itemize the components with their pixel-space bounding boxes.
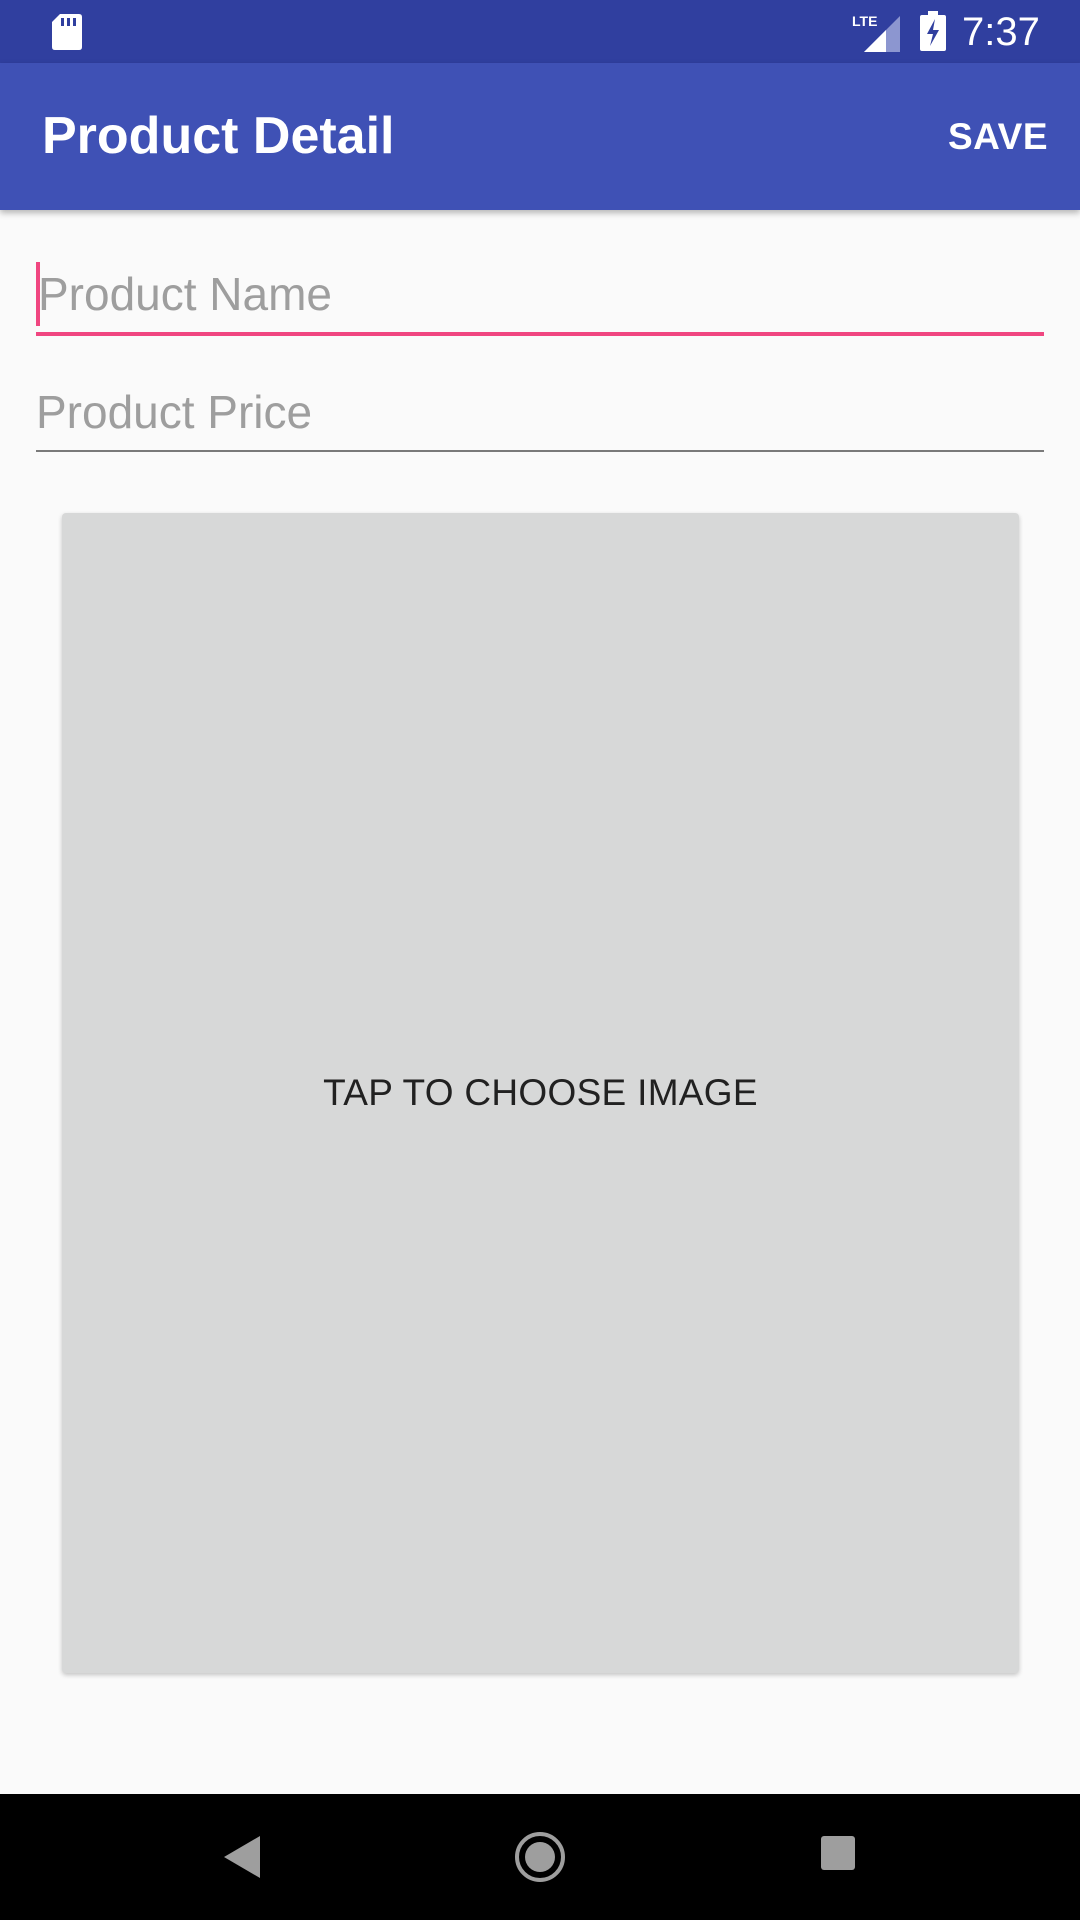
text-cursor <box>36 262 40 326</box>
navigation-bar <box>0 1794 1080 1920</box>
status-time: 7:37 <box>962 10 1040 54</box>
product-name-field[interactable] <box>36 262 1044 336</box>
app-bar: Product Detail SAVE <box>0 63 1080 210</box>
home-icon[interactable] <box>514 1831 566 1883</box>
product-name-input[interactable] <box>36 262 1044 326</box>
svg-text:LTE: LTE <box>852 13 877 29</box>
battery-charging-icon <box>920 11 946 51</box>
recents-icon[interactable] <box>820 1835 856 1871</box>
product-price-field[interactable] <box>36 380 1044 452</box>
signal-icon: LTE <box>852 13 900 52</box>
back-icon[interactable] <box>222 1834 262 1880</box>
product-price-input[interactable] <box>36 380 1044 444</box>
status-bar: LTE 7:37 <box>0 0 1080 63</box>
sd-card-icon <box>52 14 82 50</box>
image-picker[interactable]: TAP TO CHOOSE IMAGE <box>62 513 1019 1673</box>
image-picker-label: TAP TO CHOOSE IMAGE <box>323 1072 758 1113</box>
save-button[interactable]: SAVE <box>938 103 1058 171</box>
page-title: Product Detail <box>42 107 395 165</box>
